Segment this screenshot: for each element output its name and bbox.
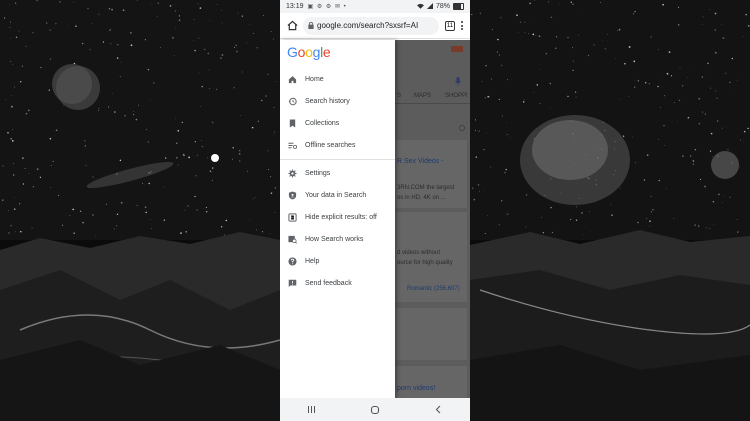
- feedback-icon: [287, 278, 297, 288]
- menu-item-home[interactable]: Home: [280, 68, 395, 90]
- background-scenery-right: [470, 0, 750, 421]
- menu-item-offline-searches[interactable]: Offline searches: [280, 134, 395, 156]
- result-snippet: 3RN.COM the largest: [397, 185, 455, 191]
- info-icon: [459, 118, 465, 136]
- url-field[interactable]: google.com/search?sxsrf=AI: [303, 16, 439, 35]
- home-button[interactable]: [284, 18, 300, 34]
- tab-shopping[interactable]: SHOPPI: [445, 93, 468, 99]
- logo-letter: G: [287, 44, 298, 60]
- menu-item-help[interactable]: Help: [280, 250, 395, 272]
- tabs-divider: [395, 103, 470, 104]
- account-avatar: [451, 46, 463, 52]
- signal-icon: [426, 2, 433, 11]
- result-snippet: d videos without: [397, 250, 441, 256]
- recent-apps-icon: [308, 406, 316, 413]
- menu-item-label: Offline searches: [305, 141, 356, 149]
- logo-letter: g: [312, 44, 321, 60]
- mic-icon: [455, 73, 461, 91]
- menu-item-label: Send feedback: [305, 279, 352, 287]
- google-logo: Google: [287, 44, 331, 60]
- menu-item-label: Hide explicit results: off: [305, 213, 377, 221]
- menu-item-label: Help: [305, 257, 320, 265]
- menu-item-label: Collections: [305, 119, 340, 127]
- result-snippet: os in HD, 4K on ...: [397, 195, 446, 201]
- more-options-button[interactable]: [458, 21, 466, 30]
- result-title[interactable]: R Sex Videos -: [397, 158, 444, 165]
- menu-item-label: Settings: [305, 169, 331, 177]
- result-card: [395, 308, 467, 360]
- search-results-dimmed: S MAPS SHOPPI R Sex Videos - 3RN.COM the…: [395, 40, 470, 398]
- menu-item-label: How Search works: [305, 235, 364, 243]
- offline-icon: [287, 140, 297, 150]
- back-button[interactable]: [428, 402, 448, 418]
- menu-item-label: Your data in Search: [305, 191, 367, 199]
- battery-icon: [453, 3, 464, 10]
- logo-letter: o: [305, 44, 313, 60]
- browser-toolbar: google.com/search?sxsrf=AI 11: [280, 13, 470, 39]
- wifi-icon: [416, 3, 424, 11]
- menu-divider: [280, 159, 395, 160]
- explicit-icon: [287, 212, 297, 222]
- logo-letter: o: [297, 44, 306, 60]
- menu-item-hide-explicit[interactable]: Hide explicit results: off: [280, 206, 395, 228]
- night-sky-landscape-left: [0, 0, 280, 421]
- search-works-icon: [287, 234, 297, 244]
- result-card: [395, 366, 467, 398]
- menu-item-collections[interactable]: Collections: [280, 112, 395, 134]
- notification-icons: ▣ ⚙ ⚙ ✉ •: [307, 4, 347, 10]
- help-icon: [287, 256, 297, 266]
- menu-item-your-data[interactable]: Your data in Search: [280, 184, 395, 206]
- history-icon: [287, 96, 297, 106]
- home-circle-icon: [370, 405, 380, 414]
- tab-maps[interactable]: MAPS: [414, 93, 431, 99]
- status-time: 13:19: [286, 3, 304, 10]
- lock-icon: [308, 22, 314, 29]
- menu-item-send-feedback[interactable]: Send feedback: [280, 272, 395, 294]
- tab-fragment: S: [397, 93, 402, 99]
- navigation-drawer: Google Home Search history Collections O…: [280, 40, 395, 398]
- home-icon: [287, 74, 297, 84]
- battery-percent: 78%: [435, 3, 450, 10]
- shield-icon: [287, 190, 297, 200]
- menu-item-search-history[interactable]: Search history: [280, 90, 395, 112]
- menu-item-label: Search history: [305, 97, 350, 105]
- night-sky-landscape-right: [470, 0, 750, 421]
- result-title[interactable]: porn videos!: [397, 385, 435, 392]
- home-nav-button[interactable]: [365, 402, 385, 418]
- recent-apps-button[interactable]: [302, 402, 322, 418]
- url-text: google.com/search?sxsrf=AI: [317, 21, 419, 30]
- drawer-menu: Home Search history Collections Offline …: [280, 68, 395, 294]
- phone-screen: 13:19 ▣ ⚙ ⚙ ✉ • 78% google.com/search?sx…: [280, 0, 470, 421]
- bookmark-icon: [287, 118, 297, 128]
- back-icon: [436, 405, 441, 414]
- android-navigation-bar: [280, 398, 470, 421]
- status-right: 78%: [416, 2, 464, 11]
- status-bar: 13:19 ▣ ⚙ ⚙ ✉ • 78%: [280, 0, 470, 13]
- gear-icon: [287, 168, 297, 178]
- menu-item-how-search-works[interactable]: How Search works: [280, 228, 395, 250]
- logo-letter: e: [322, 44, 331, 60]
- result-snippet: ource for high quality: [397, 260, 453, 266]
- menu-item-label: Home: [305, 75, 324, 83]
- background-scenery-left: [0, 0, 280, 421]
- home-icon: [287, 20, 297, 31]
- tab-switcher-button[interactable]: 11: [445, 20, 455, 31]
- menu-item-settings[interactable]: Settings: [280, 162, 395, 184]
- result-sublink[interactable]: Romantic (256,607): [407, 286, 460, 292]
